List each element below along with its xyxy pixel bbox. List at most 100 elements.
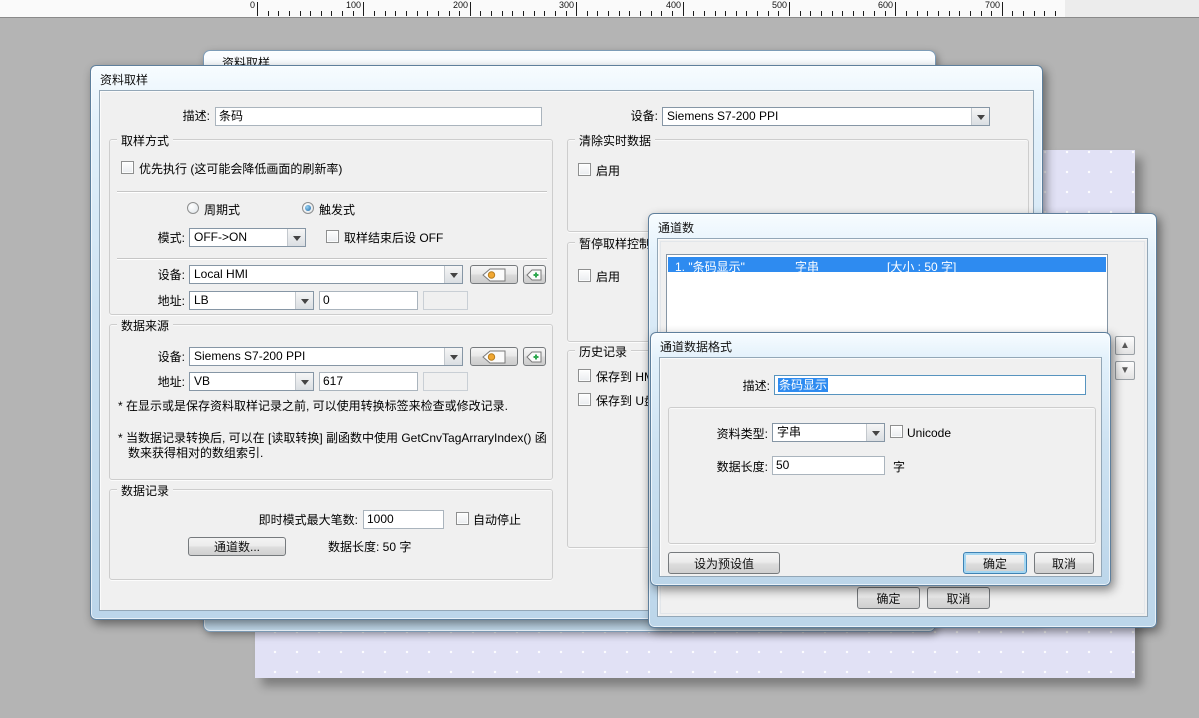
- ruler-tick: [321, 11, 322, 16]
- channel-item-type: 字串: [795, 258, 819, 275]
- auto-stop-checkbox[interactable]: [456, 512, 469, 525]
- source-device-label: 设备:: [130, 350, 185, 364]
- data-type-combobox[interactable]: 字串: [772, 423, 885, 442]
- channel-format-title: 通道数据格式: [660, 338, 732, 355]
- ruler-tick: [342, 11, 343, 16]
- data-type-label: 资料类型:: [690, 427, 768, 441]
- ruler-tick: [821, 11, 822, 16]
- save-usb-label: 保存到 U盘: [596, 394, 656, 408]
- set-default-button[interactable]: 设为预设值: [668, 552, 780, 574]
- trigger-address-extra-input: [423, 291, 468, 310]
- data-length-input[interactable]: 50: [772, 456, 885, 475]
- tag-plus-icon: [526, 350, 543, 364]
- ruler-tick: [970, 11, 971, 16]
- source-device-combobox[interactable]: Siemens S7-200 PPI: [189, 347, 463, 366]
- tag-icon: [481, 268, 507, 282]
- set-off-after-label: 取样结束后设 OFF: [344, 231, 443, 245]
- format-ok-button[interactable]: 确定: [963, 552, 1027, 574]
- save-hmi-checkbox[interactable]: [578, 369, 591, 382]
- ruler-tick: [1034, 11, 1035, 16]
- ruler-tick: [746, 11, 747, 16]
- chevron-down-icon: [301, 299, 309, 308]
- trigger-radio[interactable]: [302, 202, 314, 214]
- arrow-up-icon: ▲: [1120, 341, 1130, 351]
- ruler-tick: [576, 2, 577, 16]
- tag-icon: [481, 350, 507, 364]
- format-cancel-button[interactable]: 取消: [1034, 552, 1094, 574]
- sampling-method-group-title: 取样方式: [117, 132, 173, 149]
- add-tag-button[interactable]: [523, 265, 546, 284]
- ruler-tick: [268, 11, 269, 16]
- pause-enable-checkbox[interactable]: [578, 269, 591, 282]
- data-length-unit: 字: [893, 460, 905, 474]
- trigger-address-input[interactable]: 0: [319, 291, 418, 310]
- ruler-tick: [832, 11, 833, 16]
- ruler-tick: [715, 11, 716, 16]
- ruler-label: 600: [878, 0, 894, 10]
- format-desc-input[interactable]: 条码显示: [774, 375, 1086, 395]
- channels-button[interactable]: 通道数...: [188, 537, 286, 556]
- ruler-tick: [1055, 11, 1056, 16]
- set-off-after-checkbox[interactable]: [326, 230, 339, 243]
- device-top-combobox[interactable]: Siemens S7-200 PPI: [662, 107, 990, 126]
- trigger-device-combobox[interactable]: Local HMI: [189, 265, 463, 284]
- data-record-group-title: 数据记录: [117, 482, 173, 499]
- data-length-label: 数据长度:: [690, 460, 768, 474]
- trigger-device-label: 设备:: [130, 268, 185, 282]
- description-input[interactable]: 条码: [215, 107, 542, 126]
- chevron-down-icon: [872, 431, 880, 440]
- channel-list-item-selected[interactable]: 1. "条码显示" 字串 [大小 : 50 字]: [668, 257, 1106, 272]
- ruler-tick: [1012, 11, 1013, 16]
- description-label: 描述:: [120, 109, 210, 123]
- channel-format-titlebar[interactable]: 通道数据格式: [651, 333, 1110, 357]
- ruler-tick: [300, 11, 301, 16]
- ruler-tick: [672, 11, 673, 16]
- address-tag-button[interactable]: [470, 347, 518, 366]
- selected-text: 条码显示: [778, 378, 828, 392]
- mode-label: 模式:: [130, 231, 185, 245]
- max-records-input[interactable]: 1000: [363, 510, 444, 529]
- ruler-tick: [289, 11, 290, 16]
- source-address-input[interactable]: 617: [319, 372, 418, 391]
- trigger-address-label: 地址:: [130, 294, 185, 308]
- ruler-tick: [608, 11, 609, 16]
- ruler-tick: [991, 11, 992, 16]
- ruler-tick: [331, 11, 332, 16]
- channel-cancel-button[interactable]: 取消: [927, 587, 990, 609]
- chevron-down-icon: [301, 380, 309, 389]
- ruler-tick: [651, 11, 652, 16]
- ruler-tick: [917, 11, 918, 16]
- channel-count-titlebar[interactable]: 通道数: [649, 214, 1156, 238]
- ruler-tick: [566, 11, 567, 16]
- add-tag-button[interactable]: [523, 347, 546, 366]
- clear-enable-checkbox[interactable]: [578, 163, 591, 176]
- periodic-radio[interactable]: [187, 202, 199, 214]
- save-usb-checkbox[interactable]: [578, 393, 591, 406]
- ruler-tick: [395, 11, 396, 16]
- trigger-address-type-combobox[interactable]: LB: [189, 291, 314, 310]
- ruler-label: 300: [559, 0, 575, 10]
- ruler-tick: [959, 11, 960, 16]
- data-sampling-titlebar[interactable]: 资料取样: [91, 66, 1042, 90]
- source-address-type-combobox[interactable]: VB: [189, 372, 314, 391]
- channel-ok-button[interactable]: 确定: [857, 587, 920, 609]
- unicode-checkbox[interactable]: [890, 425, 903, 438]
- ruler-tick: [704, 11, 705, 16]
- pause-enable-label: 启用: [596, 270, 620, 284]
- data-length-label: 数据长度: 50 字: [328, 540, 411, 554]
- ruler-tick: [693, 11, 694, 16]
- address-tag-button[interactable]: [470, 265, 518, 284]
- ruler-tick: [800, 11, 801, 16]
- priority-checkbox[interactable]: [121, 161, 134, 174]
- mode-combobox[interactable]: OFF->ON: [189, 228, 306, 247]
- move-up-button[interactable]: ▲: [1115, 336, 1135, 355]
- ruler-label: 100: [346, 0, 362, 10]
- move-down-button[interactable]: ▼: [1115, 361, 1135, 380]
- ruler-tick: [725, 11, 726, 16]
- ruler-tick: [810, 11, 811, 16]
- ruler-label: 700: [985, 0, 1001, 10]
- ruler-tick: [353, 11, 354, 16]
- ruler-tick: [863, 11, 864, 16]
- ruler-label: 500: [772, 0, 788, 10]
- ruler-tick: [363, 2, 364, 16]
